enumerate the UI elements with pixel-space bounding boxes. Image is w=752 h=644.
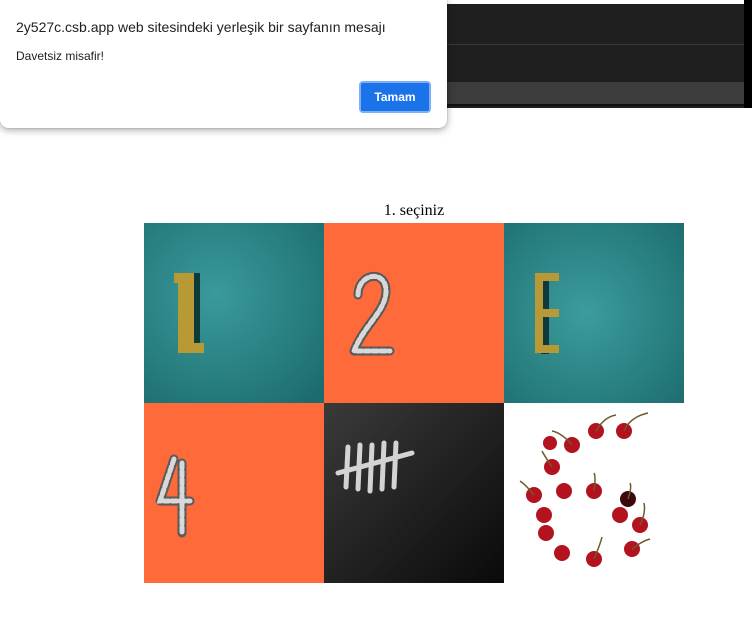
number-3-image: [504, 223, 684, 403]
dialog-message: Davetsiz misafir!: [16, 49, 105, 63]
tile-tally-five[interactable]: [324, 403, 504, 583]
page-heading: 1. seçiniz: [383, 202, 445, 219]
tile-number-1[interactable]: [144, 223, 324, 403]
tile-number-3[interactable]: [504, 223, 684, 403]
image-grid: [144, 223, 684, 583]
ok-button[interactable]: Tamam: [359, 81, 431, 113]
chrome-right-edge: [744, 0, 752, 108]
number-2-image: [324, 223, 504, 403]
number-1-image: [144, 223, 324, 403]
tile-number-4[interactable]: [144, 403, 324, 583]
dialog-title: 2y527c.csb.app web sitesindeki yerleşik …: [16, 19, 386, 35]
number-4-image: [144, 403, 324, 583]
tile-number-2[interactable]: [324, 223, 504, 403]
tally-image: [324, 403, 504, 583]
cherries-image: [504, 403, 684, 583]
alert-dialog: 2y527c.csb.app web sitesindeki yerleşik …: [0, 0, 447, 128]
tile-cherries-six[interactable]: [504, 403, 684, 583]
